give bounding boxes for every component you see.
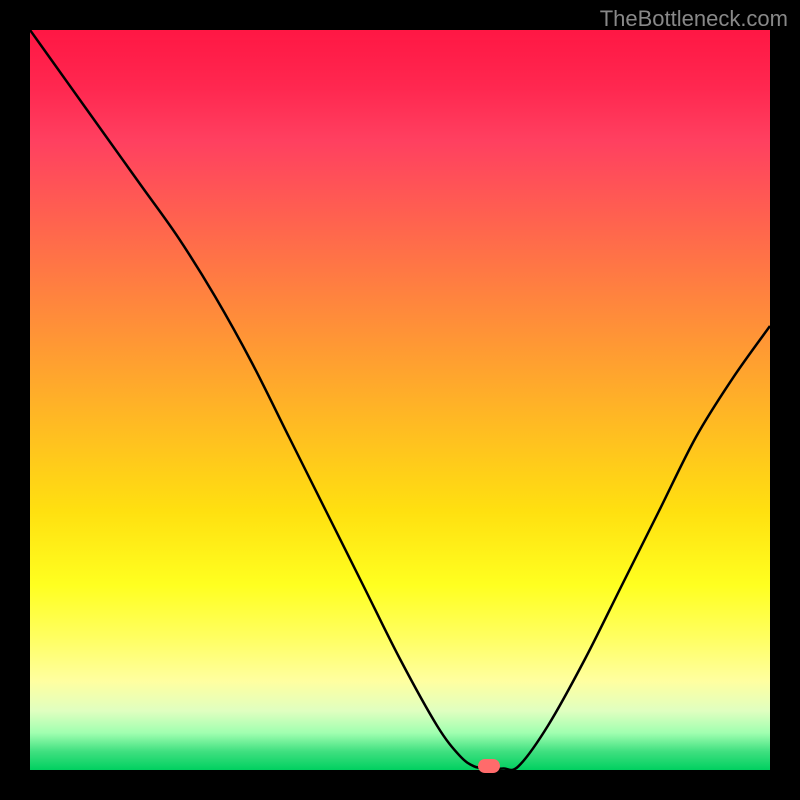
watermark-text: TheBottleneck.com — [600, 6, 788, 32]
bottleneck-curve-line — [30, 30, 770, 770]
optimal-point-marker — [478, 759, 500, 773]
chart-plot-area — [30, 30, 770, 770]
chart-curve-svg — [30, 30, 770, 770]
